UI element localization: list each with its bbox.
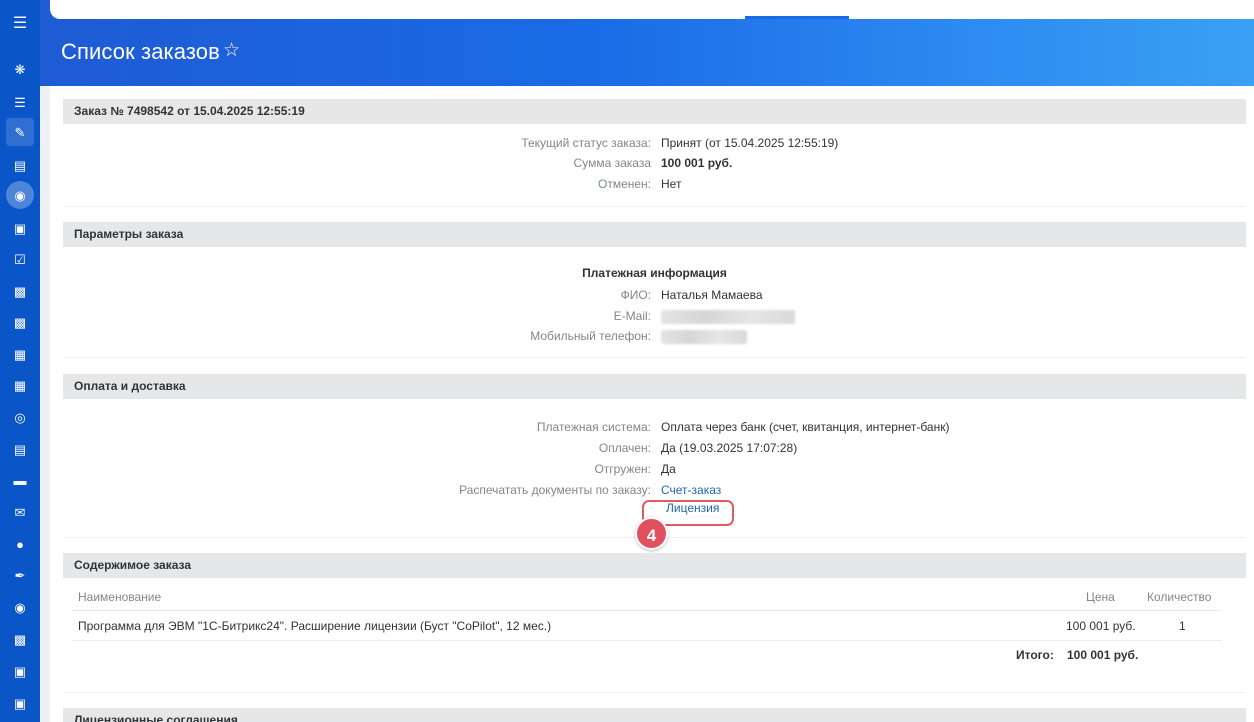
checkbox-icon[interactable]: ☑ (8, 248, 32, 270)
favorite-star-icon[interactable]: ☆ (223, 41, 240, 60)
users-icon[interactable]: ● (8, 533, 32, 555)
order-contents-section: Содержимое заказа Наименование Цена Коли… (63, 553, 1246, 693)
phone-row: Мобильный телефон: (63, 326, 1246, 346)
circle-icon[interactable]: ◉ (8, 596, 32, 618)
active-module-icon[interactable]: ◉ (6, 181, 34, 209)
status-value: Принят (от 15.04.2025 12:55:19) (661, 136, 839, 150)
top-navigation-bar (50, 0, 1254, 19)
target-icon[interactable]: ◎ (8, 406, 32, 428)
payment-info-title: Платежная информация (582, 266, 727, 280)
filter-icon[interactable]: ☰ (8, 91, 32, 113)
fio-label: ФИО: (620, 288, 651, 302)
invoice-link[interactable]: Счет-заказ (661, 483, 721, 497)
params-header: Параметры заказа (63, 222, 1246, 247)
active-tab-indicator (745, 16, 849, 19)
bank-icon[interactable]: ▣ (8, 660, 32, 682)
window-icon[interactable]: ▣ (8, 217, 32, 239)
contact-card-icon[interactable]: ▤ (8, 154, 32, 176)
sum-label: Сумма заказа (573, 156, 651, 170)
license-agreements-header: Лицензионные соглашения (63, 708, 1246, 722)
payment-system-label: Платежная система: (536, 420, 651, 434)
calendar-tasks-icon[interactable]: ▦ (8, 374, 32, 396)
paid-value: Да (19.03.2025 17:07:28) (661, 441, 798, 455)
contents-header: Содержимое заказа (63, 553, 1246, 578)
sum-row: Сумма заказа 100 001 руб. (63, 153, 1246, 173)
payment-system-row: Платежная система: Оплата через банк (сч… (63, 417, 1246, 437)
cancel-label: Отменен: (597, 177, 651, 191)
table-row-name: Программа для ЭВМ "1С-Битрикс24". Расшир… (78, 619, 552, 633)
bitrix-icon[interactable]: ❋ (8, 58, 32, 80)
main-content: Заказ № 7498542 от 15.04.2025 12:55:19 Т… (50, 86, 1254, 722)
column-header-name: Наименование (78, 590, 162, 604)
page-title: Список заказов (61, 39, 220, 64)
presentation-icon[interactable]: ▩ (8, 628, 32, 650)
email-row: E-Mail: (63, 306, 1246, 326)
document-icon[interactable]: ▤ (8, 438, 32, 460)
cart-icon[interactable]: ▣ (8, 692, 32, 714)
table-row-qty: 1 (1179, 619, 1186, 633)
payment-system-value: Оплата через банк (счет, квитанция, инте… (661, 420, 950, 434)
storage-icon[interactable]: ▬ (8, 469, 32, 491)
total-value: 100 001 руб. (1067, 648, 1139, 662)
paid-label: Оплачен: (598, 441, 651, 455)
left-sidebar: ☰ ❋ ☰ ✎ ▤ ◉ ▣ ☑ ▩ ▩ ▦ ▦ ◎ ▤ ▬ ✉ ● ✒ ◉ ▩ … (0, 0, 40, 722)
table-divider (72, 610, 1222, 611)
cancel-value: Нет (661, 177, 682, 191)
email-label: E-Mail: (613, 309, 651, 323)
paid-row: Оплачен: Да (19.03.2025 17:07:28) (63, 438, 1246, 458)
step-number-badge: 4 (635, 517, 668, 550)
order-section: Заказ № 7498542 от 15.04.2025 12:55:19 Т… (63, 99, 1246, 207)
table-row-price: 100 001 руб. (1066, 619, 1136, 633)
chat-icon[interactable]: ▩ (8, 280, 32, 302)
print-docs-label: Распечатать документы по заказу: (459, 483, 651, 497)
mail-icon[interactable]: ✉ (8, 501, 32, 523)
print-docs-row: Распечатать документы по заказу: Счет-за… (63, 480, 1246, 500)
status-label: Текущий статус заказа: (521, 136, 651, 150)
payment-header: Оплата и доставка (63, 374, 1246, 399)
robot-icon[interactable]: ▩ (8, 311, 32, 333)
fio-row: ФИО: Наталья Мамаева (63, 285, 1246, 305)
shipped-value: Да (661, 462, 676, 476)
sum-value: 100 001 руб. (661, 156, 733, 170)
column-header-price: Цена (1086, 590, 1115, 604)
phone-value-redacted (661, 326, 747, 346)
edit-icon[interactable]: ✎ (6, 118, 34, 146)
column-header-qty: Количество (1147, 590, 1212, 604)
table-divider (72, 640, 1222, 641)
shipped-row: Отгружен: Да (63, 459, 1246, 479)
email-value-redacted (661, 306, 795, 326)
calendar-icon[interactable]: ▦ (8, 343, 32, 365)
phone-label: Мобильный телефон: (530, 329, 651, 343)
shipped-label: Отгружен: (594, 462, 651, 476)
sign-icon[interactable]: ✒ (8, 564, 32, 586)
fio-value: Наталья Мамаева (661, 288, 763, 302)
menu-icon[interactable]: ☰ (8, 13, 32, 35)
order-header: Заказ № 7498542 от 15.04.2025 12:55:19 (63, 99, 1246, 124)
status-row: Текущий статус заказа: Принят (от 15.04.… (63, 133, 1246, 153)
cancel-row: Отменен: Нет (63, 174, 1246, 194)
total-label: Итого: (1016, 648, 1054, 662)
order-params-section: Параметры заказа Платежная информация ФИ… (63, 222, 1246, 358)
